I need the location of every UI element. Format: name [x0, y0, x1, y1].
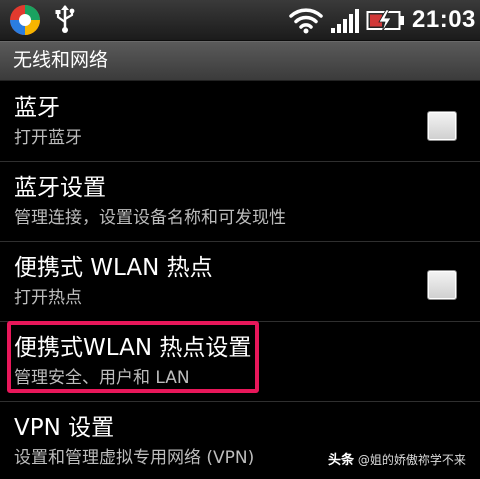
bluetooth-checkbox[interactable] [427, 111, 457, 141]
item-title: 便携式 WLAN 热点 [14, 255, 213, 281]
status-clock: 21:03 [412, 6, 476, 33]
highlight-annotation [7, 321, 259, 393]
wifi-icon [289, 8, 323, 34]
item-title: VPN 设置 [14, 415, 115, 441]
section-title: 无线和网络 [13, 49, 109, 71]
app-launcher-icon[interactable] [8, 3, 42, 37]
usb-icon [55, 5, 75, 33]
item-subtitle: 设置和管理虚拟专用网络 (VPN) [14, 448, 255, 468]
item-title: 蓝牙 [14, 95, 60, 121]
item-subtitle: 管理连接，设置设备名称和可发现性 [14, 208, 286, 228]
list-item-bluetooth-settings[interactable]: 蓝牙设置 管理连接，设置设备名称和可发现性 [0, 162, 480, 242]
list-item-wlan-hotspot[interactable]: 便携式 WLAN 热点 打开热点 [0, 242, 480, 322]
signal-icon [331, 9, 359, 33]
list-item-bluetooth[interactable]: 蓝牙 打开蓝牙 [0, 82, 480, 162]
watermark-author: @姐的娇傲祢学不来 [357, 453, 466, 467]
watermark: 头条 @姐的娇傲祢学不来 [328, 450, 466, 471]
item-subtitle: 打开热点 [14, 288, 82, 308]
item-subtitle: 打开蓝牙 [14, 128, 82, 148]
status-bar: 21:03 [0, 0, 480, 41]
item-title: 蓝牙设置 [14, 175, 106, 201]
watermark-brand: 头条 [328, 453, 355, 468]
wlan-hotspot-checkbox[interactable] [427, 270, 457, 300]
section-header: 无线和网络 [0, 41, 480, 81]
battery-charging-icon [366, 9, 404, 33]
